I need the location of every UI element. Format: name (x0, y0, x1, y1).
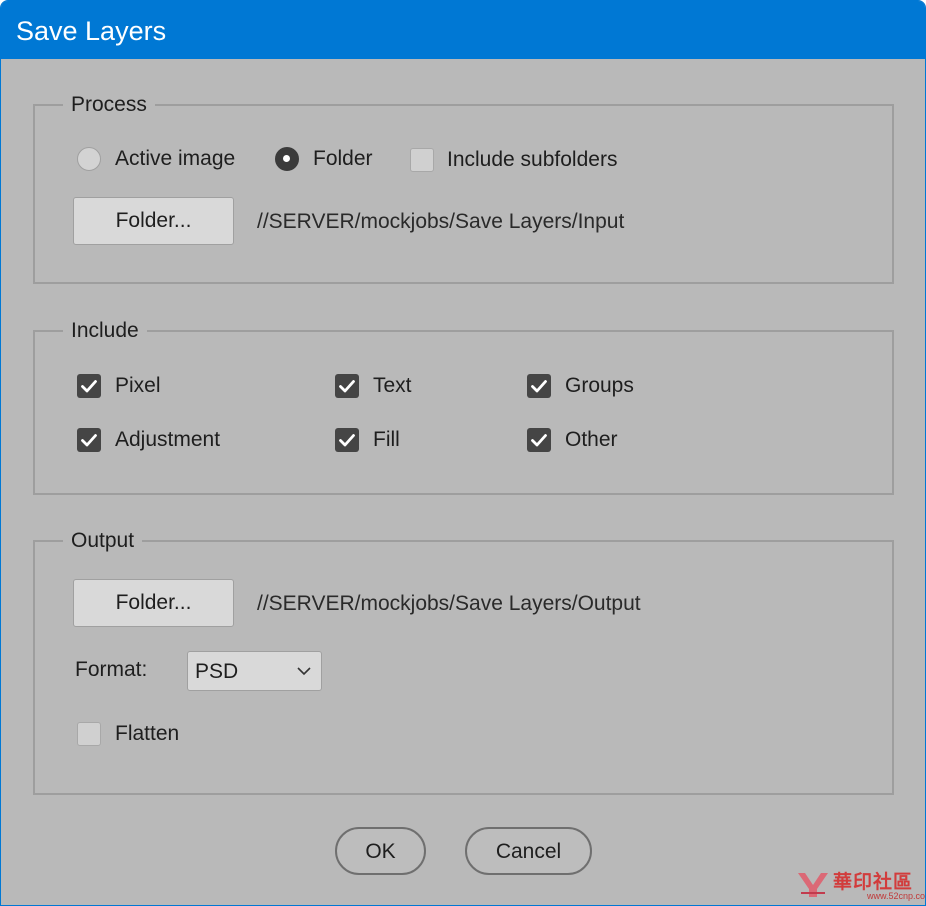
pixel-label[interactable]: Pixel (115, 373, 161, 399)
output-group: Output (33, 529, 894, 795)
text-checkbox[interactable] (335, 374, 359, 398)
save-layers-dialog: Save Layers Process Active image Folder … (0, 0, 926, 906)
groups-label[interactable]: Groups (565, 373, 634, 399)
text-label[interactable]: Text (373, 373, 412, 399)
output-folder-button[interactable]: Folder... (73, 579, 234, 627)
folder-radio-label[interactable]: Folder (313, 146, 373, 172)
process-legend: Process (71, 93, 147, 116)
output-legend: Output (71, 529, 135, 552)
adjustment-label[interactable]: Adjustment (115, 427, 220, 453)
fill-checkbox[interactable] (335, 428, 359, 452)
dialog-title: Save Layers (16, 16, 167, 46)
input-path: //SERVER/mockjobs/Save Layers/Input (257, 210, 625, 233)
include-legend: Include (71, 319, 139, 342)
active-image-radio[interactable] (77, 147, 101, 171)
watermark-logo-icon (798, 873, 828, 897)
title-bar: Save Layers (1, 1, 925, 59)
format-select-value: PSD (195, 660, 239, 683)
cancel-button[interactable]: Cancel (465, 827, 592, 875)
other-label[interactable]: Other (565, 427, 618, 453)
other-checkbox[interactable] (527, 428, 551, 452)
format-label: Format: (75, 658, 148, 681)
flatten-checkbox[interactable] (77, 722, 101, 746)
fill-label[interactable]: Fill (373, 427, 400, 453)
pixel-checkbox[interactable] (77, 374, 101, 398)
input-folder-button[interactable]: Folder... (73, 197, 234, 245)
watermark-url: www.52cnp.com (867, 891, 926, 901)
output-path: //SERVER/mockjobs/Save Layers/Output (257, 592, 641, 615)
include-subfolders-label[interactable]: Include subfolders (447, 147, 617, 173)
flatten-label[interactable]: Flatten (115, 721, 179, 747)
include-group: Include (33, 319, 894, 495)
process-group: Process (33, 93, 894, 284)
active-image-label[interactable]: Active image (115, 146, 235, 172)
chevron-down-icon (297, 667, 311, 676)
format-select[interactable]: PSD (187, 651, 322, 691)
ok-button[interactable]: OK (335, 827, 426, 875)
include-subfolders-checkbox[interactable] (410, 148, 434, 172)
adjustment-checkbox[interactable] (77, 428, 101, 452)
watermark: 華印社區 www.52cnp.com (795, 867, 925, 901)
watermark-text: 華印社區 (833, 871, 914, 893)
groups-checkbox[interactable] (527, 374, 551, 398)
folder-radio[interactable] (275, 147, 299, 171)
